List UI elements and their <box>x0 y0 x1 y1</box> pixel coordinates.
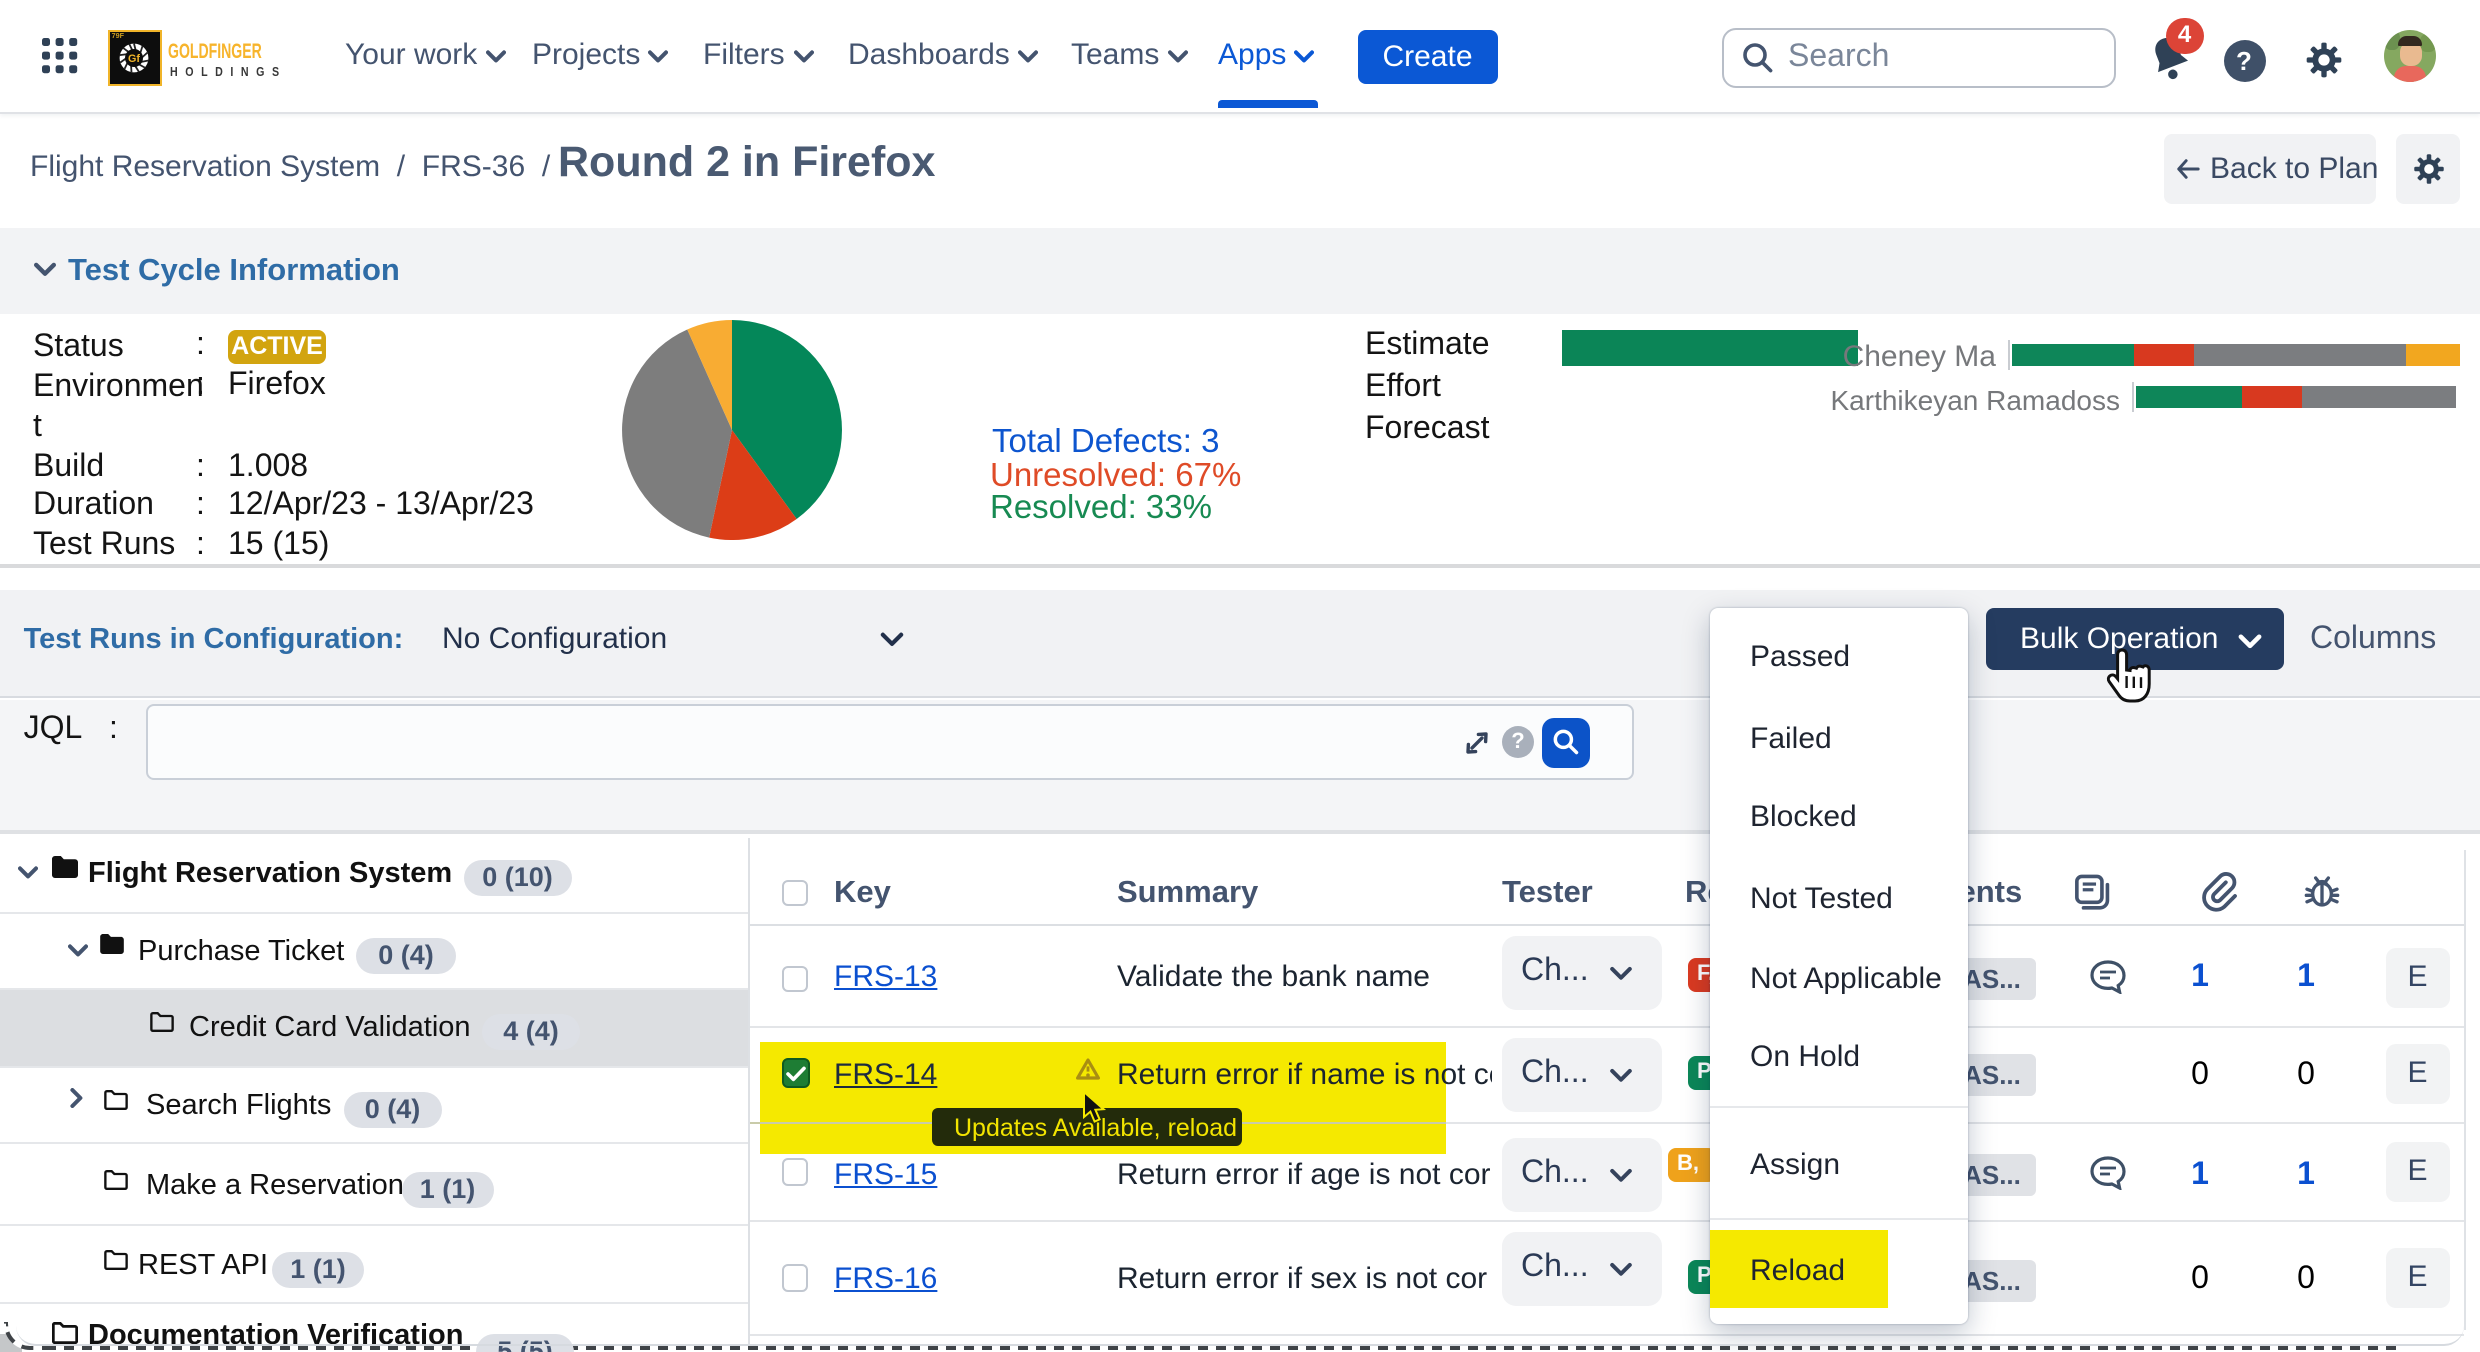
svg-text:Gf: Gf <box>128 53 140 65</box>
